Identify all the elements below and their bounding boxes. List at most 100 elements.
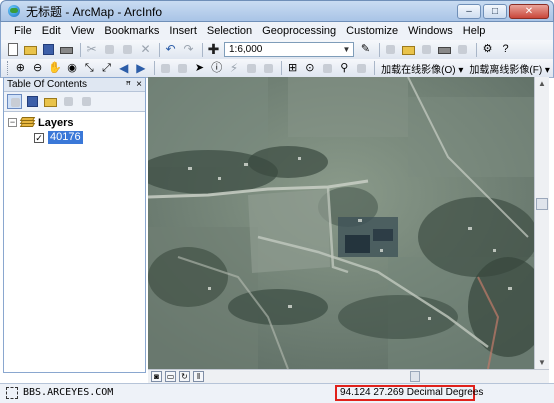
scroll-down-icon[interactable]: ▼ [535, 358, 549, 367]
add-data-button[interactable]: ✚ [206, 42, 221, 57]
horizontal-scroll-thumb[interactable] [410, 370, 420, 382]
maximize-button[interactable]: □ [483, 4, 507, 19]
collapse-icon[interactable]: − [8, 118, 17, 127]
fixed-zoom-out-button[interactable]: ⤢ [99, 61, 113, 76]
tools-toolbar: ⊕ ⊖ ✋ ◉ ⤡ ⤢ ◀ ▶ ➤ ⓘ ⚡ ⊞ ⊙ ⚲ 加载在线影像(O) ▾ … [0, 59, 554, 78]
open-button[interactable] [23, 42, 38, 57]
load-online-imagery-menu[interactable]: 加载在线影像(O) ▾ [378, 61, 466, 76]
find-button[interactable]: ⊙ [302, 61, 316, 76]
new-document-button[interactable] [5, 42, 20, 57]
pan-hand-icon: ✋ [47, 61, 62, 74]
close-button[interactable]: ✕ [509, 4, 549, 19]
refresh-button[interactable]: ↻ [179, 371, 190, 382]
zoom-in-button[interactable]: ⊕ [13, 61, 27, 76]
scroll-up-icon[interactable]: ▲ [535, 79, 549, 88]
pan-button[interactable]: ✋ [47, 61, 62, 76]
zoom-out-icon: ⊖ [33, 61, 43, 74]
save-button[interactable] [41, 42, 56, 57]
select-features-icon [160, 63, 170, 73]
go-to-xy-button[interactable]: ⊞ [285, 61, 299, 76]
forward-arrow-icon: ▶ [136, 60, 146, 75]
layer-visibility-checkbox[interactable]: ✓ [34, 132, 44, 143]
full-extent-button[interactable]: ◉ [65, 61, 79, 76]
model-builder-button[interactable]: ⚙ [480, 42, 495, 57]
layout-view-button[interactable]: ▭ [165, 371, 176, 382]
layers-group-row[interactable]: − Layers [8, 115, 141, 130]
menu-bookmarks[interactable]: Bookmarks [99, 22, 164, 40]
menu-selection[interactable]: Selection [202, 22, 257, 40]
time-slider-button[interactable] [320, 61, 334, 76]
pointer-icon: ➤ [194, 61, 205, 74]
pause-icon: ‖ [196, 372, 201, 381]
search-window-button[interactable] [419, 42, 434, 57]
globe-view-icon: ◙ [154, 372, 159, 381]
list-by-source-tab[interactable] [25, 94, 40, 109]
table-of-contents-button[interactable] [383, 42, 398, 57]
zoom-out-button[interactable]: ⊖ [30, 61, 44, 76]
layer-tree: − Layers ✓ 40176 [4, 112, 145, 148]
cut-button[interactable]: ✂ [84, 42, 99, 57]
hyperlink-button[interactable]: ⚲ [337, 61, 351, 76]
editor-toolbar-button[interactable]: ✎ [358, 42, 373, 57]
search-window-icon [422, 45, 431, 54]
menu-bar: File Edit View Bookmarks Insert Selectio… [0, 22, 554, 40]
delete-button[interactable]: ✕ [138, 42, 153, 57]
help-icon: ? [502, 43, 509, 55]
redo-button[interactable]: ↷ [181, 42, 196, 57]
menu-edit[interactable]: Edit [37, 22, 66, 40]
clear-selection-icon [177, 63, 187, 73]
load-offline-imagery-menu[interactable]: 加载离线影像(F) ▾ [466, 61, 553, 76]
fixed-zoom-in-button[interactable]: ⤡ [82, 61, 96, 76]
html-popup-button[interactable]: ⚡ [226, 61, 240, 76]
map-scale-combo[interactable]: 1:6,000 ▼ [224, 42, 354, 57]
data-view-button[interactable]: ◙ [151, 371, 162, 382]
print-button[interactable] [59, 42, 74, 57]
toolbar-separator [476, 42, 477, 57]
vertical-scroll-thumb[interactable] [536, 198, 548, 210]
menu-windows[interactable]: Windows [403, 22, 458, 40]
toc-close-icon[interactable]: × [136, 78, 142, 92]
toc-options-tab[interactable] [79, 94, 94, 109]
find-route-button[interactable] [261, 61, 275, 76]
window-title: 无标题 - ArcMap - ArcInfo [26, 4, 163, 19]
pin-icon[interactable]: ꟸ [126, 78, 131, 92]
time-slider-icon [322, 63, 332, 73]
help-button[interactable]: ? [498, 42, 513, 57]
map-view[interactable] [148, 77, 534, 369]
back-extent-button[interactable]: ◀ [116, 61, 130, 76]
pause-drawing-button[interactable]: ‖ [193, 371, 204, 382]
toolbar-separator [80, 42, 81, 57]
layer-name[interactable]: 40176 [48, 131, 83, 144]
list-by-drawing-order-tab[interactable] [7, 94, 22, 109]
paste-button[interactable] [120, 42, 135, 57]
map-horizontal-scrollbar[interactable] [210, 370, 534, 383]
measure-button[interactable] [244, 61, 258, 76]
toc-header: Table Of Contents ꟸ × [4, 78, 145, 92]
menu-customize[interactable]: Customize [341, 22, 403, 40]
menu-help[interactable]: Help [458, 22, 491, 40]
minimize-button[interactable]: – [457, 4, 481, 19]
copy-icon [105, 45, 114, 54]
menu-insert[interactable]: Insert [164, 22, 202, 40]
catalog-button[interactable] [401, 42, 416, 57]
copy-button[interactable] [102, 42, 117, 57]
forward-extent-button[interactable]: ▶ [133, 61, 147, 76]
python-window-button[interactable] [455, 42, 470, 57]
map-vertical-scrollbar[interactable]: ▲ ▼ [534, 77, 549, 369]
swipe-button[interactable] [354, 61, 368, 76]
arctoolbox-button[interactable] [437, 42, 452, 57]
menu-view[interactable]: View [66, 22, 100, 40]
layer-row[interactable]: ✓ 40176 [8, 130, 141, 145]
list-by-selection-tab[interactable] [61, 94, 76, 109]
menu-geoprocessing[interactable]: Geoprocessing [257, 22, 341, 40]
identify-button[interactable]: ⓘ [209, 61, 223, 76]
map-scale-value: 1:6,000 [229, 44, 263, 55]
menu-file[interactable]: File [9, 22, 37, 40]
toolbar-grip[interactable] [7, 61, 10, 75]
list-by-visibility-tab[interactable] [43, 94, 58, 109]
undo-button[interactable]: ↶ [163, 42, 178, 57]
select-elements-button[interactable]: ➤ [192, 61, 206, 76]
clear-selection-button[interactable] [175, 61, 189, 76]
back-arrow-icon: ◀ [119, 60, 129, 75]
select-features-button[interactable] [158, 61, 172, 76]
